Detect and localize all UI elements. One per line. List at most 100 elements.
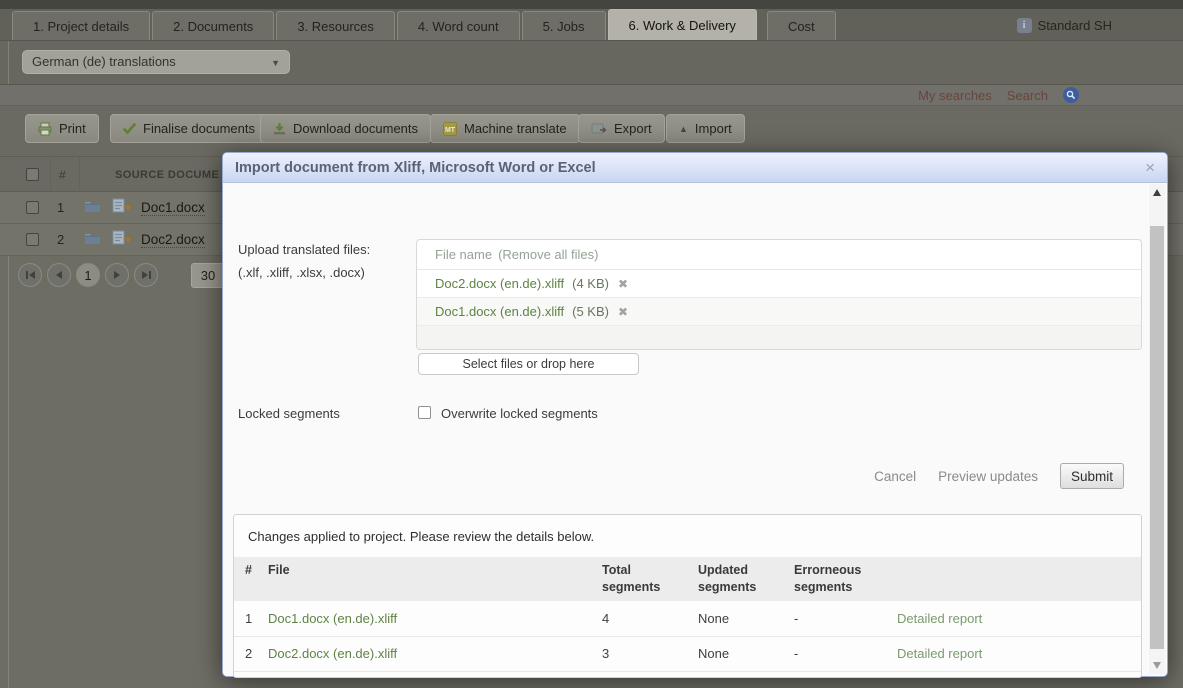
scroll-down-icon[interactable] <box>1153 662 1161 669</box>
chevron-down-icon: ▼ <box>271 58 280 68</box>
overwrite-locked-label: Overwrite locked segments <box>441 406 598 421</box>
search-link[interactable]: Search <box>1007 88 1048 103</box>
result-file-link[interactable]: Doc2.docx (en.de).xliff <box>268 646 397 661</box>
total-segments-value: 3 <box>592 636 688 672</box>
dialog-title: Import document from Xliff, Microsoft Wo… <box>235 159 596 176</box>
remove-all-files-link[interactable]: (Remove all files) <box>498 247 598 262</box>
export-label: Export <box>614 121 652 136</box>
printer-icon <box>38 122 52 136</box>
scroll-up-icon[interactable] <box>1153 189 1161 196</box>
col-hash: # <box>59 168 66 182</box>
machine-translate-label: Machine translate <box>464 121 567 136</box>
remove-file-icon[interactable]: ✖ <box>618 305 628 319</box>
erroneous-segments-value: - <box>784 636 887 672</box>
first-page-button[interactable] <box>18 263 42 287</box>
dialog-actions: Cancel Preview updates Submit <box>874 463 1124 489</box>
star-icon: ★ <box>123 234 133 246</box>
my-searches-link[interactable]: My searches <box>918 88 992 103</box>
tab-jobs[interactable]: 5. Jobs <box>521 11 606 40</box>
row-number: 1 <box>57 200 65 215</box>
overwrite-locked-checkbox[interactable] <box>418 406 431 419</box>
erroneous-segments-value: - <box>784 601 887 637</box>
user-badge-label: Standard SH <box>1037 18 1112 33</box>
import-button[interactable]: ▲ Import <box>666 114 745 143</box>
dialog-body: Upload translated files: (.xlf, .xliff, … <box>223 184 1149 678</box>
info-icon[interactable]: i <box>1016 18 1032 33</box>
changes-message: Changes applied to project. Please revie… <box>248 529 595 544</box>
page-size-input[interactable]: 30 <box>191 262 225 288</box>
tab-bar: 1. Project details 2. Documents 3. Resou… <box>0 9 1183 41</box>
row-num: 2 <box>234 636 258 672</box>
search-icon[interactable] <box>1063 87 1079 103</box>
machine-translate-button[interactable]: MT Machine translate <box>430 114 580 143</box>
export-button[interactable]: Export <box>578 114 665 143</box>
folder-icon[interactable] <box>84 231 101 245</box>
dialog-header: Import document from Xliff, Microsoft Wo… <box>223 153 1167 183</box>
detailed-report-link[interactable]: Detailed report <box>897 611 982 626</box>
current-page-button[interactable]: 1 <box>76 263 100 287</box>
export-icon <box>591 123 607 135</box>
close-icon[interactable]: × <box>1145 159 1155 176</box>
list-item: Doc1.docx (en.de).xliff (5 KB) ✖ <box>417 298 1141 326</box>
machine-translate-icon: MT <box>443 121 457 136</box>
changes-table: # File Total segments Updated segments E… <box>234 557 1141 672</box>
user-badge: i Standard SH <box>1016 18 1112 33</box>
last-page-button[interactable] <box>134 263 158 287</box>
documents-toolbar: Print Finalise documents Download docume… <box>0 105 1183 156</box>
row-checkbox[interactable] <box>26 233 39 246</box>
document-link[interactable]: Doc2.docx <box>141 232 205 248</box>
search-row: My searches Search <box>0 84 1183 105</box>
download-documents-button[interactable]: Download documents <box>260 114 432 143</box>
svg-text:MT: MT <box>445 127 456 134</box>
document-link[interactable]: Doc1.docx <box>141 200 205 216</box>
cancel-button[interactable]: Cancel <box>874 469 916 484</box>
file-list-header: File name (Remove all files) <box>417 240 1141 270</box>
uploaded-file-name: Doc2.docx (en.de).xliff <box>435 276 565 291</box>
language-dropdown[interactable]: German (de) translations ▼ <box>22 50 290 74</box>
select-all-checkbox[interactable] <box>26 168 39 181</box>
uploaded-file-size: (5 KB) <box>572 304 609 319</box>
col-file: File <box>258 557 592 601</box>
language-dropdown-value: German (de) translations <box>32 54 176 69</box>
folder-icon[interactable] <box>84 199 101 213</box>
col-report <box>887 557 1141 601</box>
submit-button[interactable]: Submit <box>1059 463 1124 489</box>
finalise-documents-button[interactable]: Finalise documents <box>110 114 268 143</box>
prev-page-button[interactable] <box>47 263 71 287</box>
file-list: File name (Remove all files) Doc2.docx (… <box>416 239 1142 350</box>
filter-row: German (de) translations ▼ <box>0 41 1183 84</box>
col-erroneous-segments: Errorneous segments <box>784 557 887 601</box>
next-page-button[interactable] <box>105 263 129 287</box>
scrollbar-thumb[interactable] <box>1150 226 1164 649</box>
dialog-scrollbar[interactable] <box>1149 184 1165 674</box>
col-total-segments: Total segments <box>592 557 688 601</box>
table-row: 1 Doc1.docx (en.de).xliff 4 None - Detai… <box>234 601 1141 637</box>
updated-segments-value: None <box>688 601 784 637</box>
print-label: Print <box>59 121 86 136</box>
detailed-report-link[interactable]: Detailed report <box>897 646 982 661</box>
tab-project-details[interactable]: 1. Project details <box>12 11 151 40</box>
star-icon: ★ <box>123 202 133 214</box>
tab-word-count[interactable]: 4. Word count <box>396 11 520 40</box>
tab-cost[interactable]: Cost <box>766 11 836 40</box>
tab-documents[interactable]: 2. Documents <box>152 11 275 40</box>
preview-updates-button[interactable]: Preview updates <box>938 469 1038 484</box>
upload-files-label: Upload translated files: (.xlf, .xliff, … <box>238 242 371 280</box>
col-updated-segments: Updated segments <box>688 557 784 601</box>
file-list-footer <box>417 326 1141 349</box>
list-item: Doc2.docx (en.de).xliff (4 KB) ✖ <box>417 270 1141 298</box>
finalise-label: Finalise documents <box>143 121 255 136</box>
row-checkbox[interactable] <box>26 201 39 214</box>
import-label: Import <box>694 121 732 136</box>
total-segments-value: 4 <box>592 601 688 637</box>
tab-resources[interactable]: 3. Resources <box>276 11 395 40</box>
result-file-link[interactable]: Doc1.docx (en.de).xliff <box>268 611 397 626</box>
select-files-button[interactable]: Select files or drop here <box>418 353 639 375</box>
tab-work-delivery[interactable]: 6. Work & Delivery <box>607 9 757 40</box>
print-button[interactable]: Print <box>25 114 99 143</box>
updated-segments-value: None <box>688 636 784 672</box>
changes-summary: Changes applied to project. Please revie… <box>233 514 1142 678</box>
remove-file-icon[interactable]: ✖ <box>618 277 628 291</box>
pagination: 1 30 <box>18 262 225 288</box>
import-dialog: Import document from Xliff, Microsoft Wo… <box>222 152 1168 678</box>
